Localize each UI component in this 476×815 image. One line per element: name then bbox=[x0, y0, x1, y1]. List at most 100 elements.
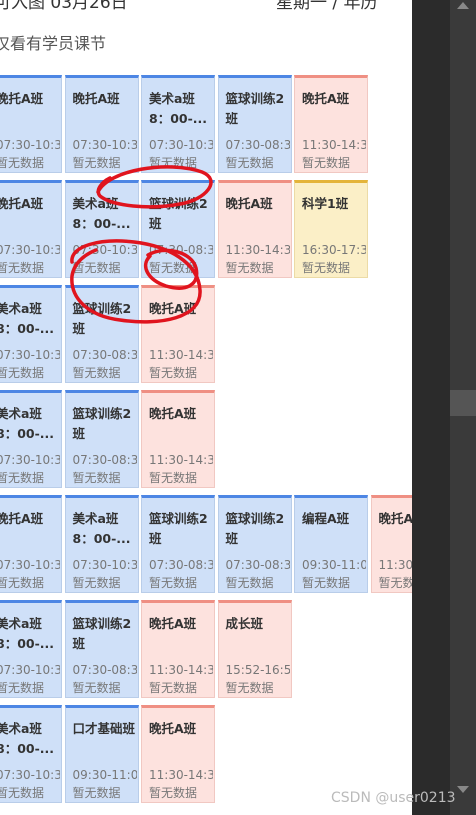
lesson-card[interactable]: 篮球训练2班 07:30-08:30 暂无数据 bbox=[64, 390, 139, 488]
lesson-name: 篮球训练2班 bbox=[149, 196, 208, 231]
lesson-card[interactable]: 晚托A班 11:30-14:30 暂无数据 bbox=[141, 285, 215, 383]
lesson-name: 晚托A班 bbox=[302, 91, 350, 106]
lesson-status: 暂无数据 bbox=[0, 786, 45, 800]
lesson-name: 篮球训练2班 bbox=[72, 406, 132, 441]
lesson-name: 口才基础班 bbox=[72, 721, 136, 736]
date-header: 可入图 03月26日 星期一 / 年历 bbox=[0, 0, 412, 13]
lesson-card[interactable]: 晚托A班 11:30-14:30 暂无数据 bbox=[141, 390, 215, 488]
lesson-name: 篮球训练2班 bbox=[72, 616, 132, 651]
lesson-card[interactable]: 晚托A班 11:30-14:30 暂无数据 bbox=[141, 705, 215, 803]
lesson-status: 暂无数据 bbox=[302, 576, 351, 590]
lesson-card[interactable]: 美术a班 8：00-... 07:30-10:30 暂无数据 bbox=[141, 75, 215, 173]
lesson-status: 暂无数据 bbox=[0, 366, 45, 380]
lesson-status: 暂无数据 bbox=[149, 786, 198, 800]
lesson-name: 晚托A班 bbox=[149, 616, 197, 631]
lesson-card[interactable]: 篮球训练2班 07:30-08:30 暂无数据 bbox=[141, 495, 215, 593]
lesson-card[interactable]: 晚托A班 07:30-10:30 暂无数据 bbox=[0, 495, 62, 593]
lesson-status: 暂无数据 bbox=[225, 261, 274, 275]
scroll-down-icon[interactable] bbox=[457, 786, 469, 793]
lesson-name: 晚托A班 bbox=[72, 91, 120, 106]
lesson-name: 科学1班 bbox=[302, 196, 349, 211]
lesson-status: 暂无数据 bbox=[0, 681, 45, 695]
lesson-card[interactable]: 成长班 15:52-16:52 暂无数据 bbox=[217, 600, 292, 698]
lesson-status: 暂无数据 bbox=[378, 576, 413, 590]
date-label: 可入图 03月26日 bbox=[0, 0, 128, 13]
lesson-time: 07:30-10:30 bbox=[72, 558, 137, 572]
lesson-name: 晚托A班 bbox=[0, 511, 44, 526]
lesson-card[interactable]: 篮球训练2班 07:30-08:30 暂无数据 bbox=[217, 75, 292, 173]
lesson-name: 晚托A班 bbox=[149, 301, 197, 316]
lesson-status: 暂无数据 bbox=[149, 156, 198, 170]
lesson-name: 晚托A班 bbox=[0, 196, 44, 211]
lesson-card[interactable]: 晚托A班 11:30-14:30 暂无数据 bbox=[141, 600, 215, 698]
lesson-status: 暂无数据 bbox=[72, 786, 121, 800]
lesson-card[interactable]: 篮球训练2班 07:30-08:30 暂无数据 bbox=[217, 495, 292, 593]
lesson-status: 暂无数据 bbox=[149, 681, 198, 695]
lesson-status: 暂无数据 bbox=[149, 366, 198, 380]
lesson-card[interactable]: 美术a班 8：00-... 07:30-10:30 暂无数据 bbox=[0, 390, 62, 488]
lesson-status: 暂无数据 bbox=[0, 471, 45, 485]
lesson-status: 暂无数据 bbox=[225, 681, 274, 695]
lesson-time: 07:30-10:30 bbox=[0, 663, 60, 677]
lesson-status: 暂无数据 bbox=[225, 576, 274, 590]
lesson-time: 11:30-14:30 bbox=[149, 768, 213, 782]
lesson-status: 暂无数据 bbox=[72, 681, 121, 695]
lesson-name: 晚托A班 bbox=[225, 196, 273, 211]
lesson-card[interactable]: 美术a班 8：00-... 07:30-10:30 暂无数据 bbox=[0, 705, 62, 803]
lesson-card[interactable]: 美术a班 8：00-... 07:30-10:30 暂无数据 bbox=[64, 180, 139, 278]
lesson-card[interactable]: 晚托A班 11:30-14:30 暂无数据 bbox=[370, 495, 413, 593]
lesson-time: 07:30-10:30 bbox=[0, 138, 60, 152]
scroll-up-icon[interactable] bbox=[457, 2, 469, 9]
lesson-status: 暂无数据 bbox=[149, 576, 198, 590]
lesson-time: 07:30-10:30 bbox=[0, 243, 60, 257]
lesson-time: 07:30-10:30 bbox=[0, 453, 60, 467]
lesson-name: 美术a班 8：00-... bbox=[0, 616, 55, 651]
lesson-name: 篮球训练2班 bbox=[225, 91, 285, 126]
lesson-card[interactable]: 美术a班 8：00-... 07:30-10:30 暂无数据 bbox=[0, 600, 62, 698]
lesson-name: 晚托A班 bbox=[378, 511, 413, 526]
lesson-time: 15:52-16:52 bbox=[225, 663, 290, 677]
lesson-time: 07:30-10:30 bbox=[72, 138, 137, 152]
lesson-card[interactable]: 篮球训练2班 07:30-08:30 暂无数据 bbox=[64, 285, 139, 383]
lesson-card[interactable]: 晚托A班 11:30-14:30 暂无数据 bbox=[217, 180, 292, 278]
lesson-card[interactable]: 晚托A班 07:30-10:30 暂无数据 bbox=[64, 75, 139, 173]
lesson-name: 成长班 bbox=[225, 616, 264, 631]
lesson-card[interactable]: 编程A班 09:30-11:00 暂无数据 bbox=[294, 495, 368, 593]
lesson-time: 09:30-11:00 bbox=[72, 768, 137, 782]
lesson-card[interactable]: 晚托A班 07:30-10:30 暂无数据 bbox=[0, 180, 62, 278]
scrollbar-thumb[interactable] bbox=[450, 390, 476, 416]
lesson-card[interactable]: 晚托A班 07:30-10:30 暂无数据 bbox=[0, 75, 62, 173]
lesson-card[interactable]: 美术a班 8：00-... 07:30-10:30 暂无数据 bbox=[64, 495, 139, 593]
lesson-card[interactable]: 篮球训练2班 07:30-08:30 暂无数据 bbox=[141, 180, 215, 278]
only-with-students-filter[interactable]: 仅看有学员课节 bbox=[0, 30, 106, 54]
lesson-card[interactable]: 口才基础班 09:30-11:00 暂无数据 bbox=[64, 705, 139, 803]
watermark: CSDN @user0213 bbox=[331, 790, 456, 806]
lesson-status: 暂无数据 bbox=[72, 576, 121, 590]
lesson-card[interactable]: 科学1班 16:30-17:30 暂无数据 bbox=[294, 180, 368, 278]
lesson-time: 07:30-08:30 bbox=[72, 348, 137, 362]
dark-sidebar bbox=[412, 0, 476, 815]
lesson-time: 07:30-08:30 bbox=[149, 243, 213, 257]
lesson-card[interactable]: 美术a班 8：00-... 07:30-10:30 暂无数据 bbox=[0, 285, 62, 383]
lesson-name: 篮球训练2班 bbox=[225, 511, 285, 546]
lesson-name: 编程A班 bbox=[302, 511, 350, 526]
lesson-status: 暂无数据 bbox=[72, 261, 121, 275]
lesson-time: 07:30-08:30 bbox=[72, 663, 137, 677]
lesson-name: 美术a班 8：00-... bbox=[0, 301, 55, 336]
lesson-name: 美术a班 8：00-... bbox=[72, 511, 131, 546]
lesson-time: 07:30-10:30 bbox=[149, 138, 213, 152]
lesson-time: 11:30-14:30 bbox=[149, 663, 213, 677]
lesson-time: 11:30-14:30 bbox=[149, 453, 213, 467]
lesson-status: 暂无数据 bbox=[72, 471, 121, 485]
lesson-time: 07:30-08:30 bbox=[225, 558, 290, 572]
weekday-label[interactable]: 星期一 / 年历 bbox=[276, 0, 378, 13]
schedule-page: 可入图 03月26日 星期一 / 年历 仅看有学员课节 晚托A班 07:30-10… bbox=[0, 0, 412, 815]
lesson-time: 11:30-14:30 bbox=[378, 558, 413, 572]
lesson-status: 暂无数据 bbox=[0, 261, 45, 275]
lesson-time: 07:30-08:30 bbox=[149, 558, 213, 572]
lesson-time: 16:30-17:30 bbox=[302, 243, 366, 257]
lesson-card[interactable]: 篮球训练2班 07:30-08:30 暂无数据 bbox=[64, 600, 139, 698]
lesson-card[interactable]: 晚托A班 11:30-14:30 暂无数据 bbox=[294, 75, 368, 173]
lesson-status: 暂无数据 bbox=[149, 261, 198, 275]
lesson-time: 11:30-14:30 bbox=[225, 243, 290, 257]
